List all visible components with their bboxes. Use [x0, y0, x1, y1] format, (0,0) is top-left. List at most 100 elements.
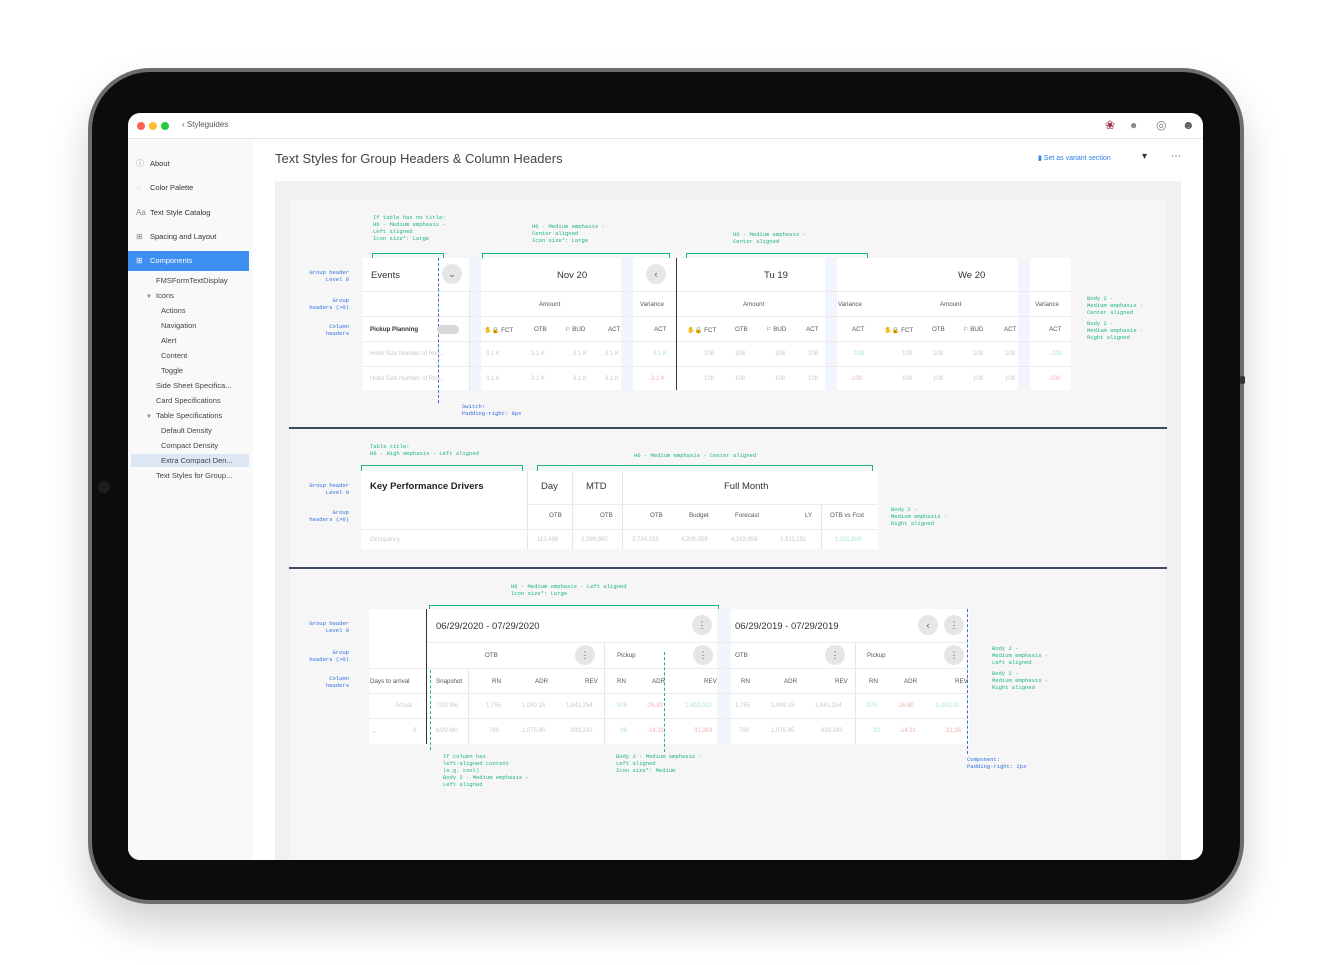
divider — [427, 642, 969, 643]
grid-icon: ⊞ — [136, 256, 143, 265]
group-header-mtd: MTD — [586, 481, 607, 492]
table-title: Key Performance Drivers — [370, 481, 484, 492]
table-cell: 1,075.95 — [522, 728, 546, 734]
sidebar-sub-item[interactable]: Side Sheet Specifica... — [156, 379, 231, 392]
sidebar-item-components[interactable]: ⊞ Components — [128, 251, 249, 271]
expand-row-icon[interactable]: ⌄ — [372, 728, 377, 735]
sidebar-sub-item[interactable]: Text Styles for Group... — [156, 469, 232, 482]
row-label: Hotel Size Number of Roo... — [370, 376, 445, 382]
column-header-act: ACT — [608, 326, 621, 333]
column-header-fct: ✋🔒 FCT — [484, 327, 514, 334]
annotation: H6 - Medium emphasis - Center aligned — [733, 231, 806, 245]
sub-header-otb: OTB — [735, 652, 748, 659]
group-header-tu19: Tu 19 — [764, 270, 788, 281]
table-cell: 108 — [902, 376, 913, 382]
annotation: Body 2 - Medium emphasis - Left aligned … — [616, 753, 702, 774]
amount-header: Amount — [940, 301, 962, 308]
pickup-planning-label: Pickup Planning — [370, 326, 419, 333]
close-dot[interactable] — [137, 122, 145, 130]
table-cell: 108 — [704, 351, 715, 357]
side-button — [1240, 376, 1245, 384]
annotation: Group header Level 0 — [309, 269, 349, 283]
divider — [855, 642, 856, 744]
column-header-fct: ✋🔒 FCT — [884, 327, 914, 334]
column-header-bud: ⚐ BUD — [963, 326, 984, 333]
more-vertical-icon[interactable]: ⋮ — [693, 645, 713, 665]
table-cell: -100 — [1048, 376, 1061, 382]
caret-down-icon: ▼ — [146, 294, 152, 300]
sidebar-item-text-style-catalog[interactable]: Aa Text Style Catalog — [128, 203, 249, 223]
section-separator — [289, 427, 1167, 429]
chevron-left-icon[interactable]: ‹ — [646, 264, 666, 284]
avatar[interactable]: ☻ — [1182, 118, 1195, 132]
sidebar-sub-item[interactable]: Toggle — [161, 364, 183, 377]
table-cell: 108 — [808, 351, 819, 357]
chevron-left-icon[interactable]: ‹ — [918, 615, 938, 635]
table-cell: 108 — [735, 376, 746, 382]
sidebar-item-spacing[interactable]: ⊞ Spacing and Layout — [128, 227, 249, 247]
table-cell: 1,841,254 — [815, 703, 842, 709]
chevron-down-icon[interactable]: ⌄ — [442, 264, 462, 284]
divider — [468, 668, 469, 744]
pickup-planning-toggle[interactable] — [437, 325, 459, 334]
variance-header: Variance — [1035, 301, 1059, 308]
amount-header: Amount — [743, 301, 765, 308]
table-cell: -26.80 — [646, 703, 664, 709]
group-header-range-2020: 06/29/2020 - 07/29/2020 — [436, 621, 540, 632]
more-vertical-icon[interactable]: ⋮ — [944, 645, 964, 665]
set-variant-link[interactable]: ▮ Set as variant section — [1038, 154, 1111, 162]
more-vertical-icon[interactable]: ⋮ — [692, 615, 712, 635]
sidebar-sub-item[interactable]: ▼ Icons — [146, 289, 174, 302]
sidebar-sub-item[interactable]: Actions — [161, 304, 186, 317]
group-header-day: Day — [541, 481, 558, 492]
grapes-icon[interactable]: ❀ — [1105, 118, 1115, 132]
column-header: REV — [704, 678, 717, 685]
column-header-act: ACT — [852, 326, 865, 333]
table-cell: 4,205,058 — [681, 537, 708, 543]
table-cell: 1,049.15 — [771, 703, 795, 709]
table-cell: 39 — [620, 728, 627, 734]
table-cell: 3,724,333 — [632, 537, 659, 543]
column-header: Forecast — [735, 512, 760, 519]
sidebar-sub-item[interactable]: Content — [161, 349, 187, 362]
column-header-otb: OTB — [932, 326, 945, 333]
sidebar-sub-item[interactable]: ▼ Table Specifications — [146, 409, 222, 422]
sidebar-sub-item[interactable]: Card Specifications — [156, 394, 221, 407]
more-icon[interactable]: ⋯ — [1171, 151, 1181, 162]
column-header-act: ACT — [806, 326, 819, 333]
sidebar-sub-item-selected[interactable]: Extra Compact Den... — [131, 454, 249, 467]
sidebar-sub-item[interactable]: Compact Density — [161, 439, 218, 452]
table-cell: 3.1 K — [605, 376, 620, 382]
padding-shade — [717, 609, 731, 744]
breadcrumb[interactable]: ‹ Styleguides — [182, 120, 228, 129]
divider — [821, 504, 822, 549]
sidebar-item-color-palette[interactable]: ◌ Color Palette — [128, 178, 249, 198]
sidebar-sub-item[interactable]: FMSFormTextDisplay — [156, 274, 228, 287]
table-cell: 3.1 K — [531, 376, 546, 382]
table-cell: 108 — [973, 351, 984, 357]
more-vertical-icon[interactable]: ⋮ — [825, 645, 845, 665]
more-vertical-icon[interactable]: ⋮ — [944, 615, 964, 635]
table-cell: -3.1 K — [649, 376, 666, 382]
column-header: RN — [741, 678, 750, 685]
sidebar-item-about[interactable]: ⓘ About — [128, 154, 249, 174]
annotation: Component: Padding-right: 2px — [967, 756, 1027, 770]
column-header-days-to-arrival: Days to arrival — [370, 678, 410, 685]
table-cell: 3.1 K — [486, 351, 501, 357]
help-icon[interactable]: ◎ — [1156, 118, 1166, 132]
chevron-down-icon[interactable]: ▾ — [1142, 151, 1147, 162]
sidebar-sub-item[interactable]: Navigation — [161, 319, 196, 332]
minimize-dot[interactable] — [149, 122, 157, 130]
divider — [426, 609, 427, 744]
sidebar-sub-item[interactable]: Alert — [161, 334, 176, 347]
zoom-dot[interactable] — [161, 122, 169, 130]
divider — [527, 504, 878, 505]
table-cell: 108 — [973, 376, 984, 382]
annotation: Column headers — [325, 323, 349, 337]
bell-icon[interactable]: ● — [1130, 118, 1137, 132]
column-header: ADR — [784, 678, 798, 685]
more-vertical-icon[interactable]: ⋮ — [575, 645, 595, 665]
divider — [572, 471, 573, 549]
column-header: Budget — [689, 512, 709, 519]
sidebar-sub-item[interactable]: Default Density — [161, 424, 212, 437]
